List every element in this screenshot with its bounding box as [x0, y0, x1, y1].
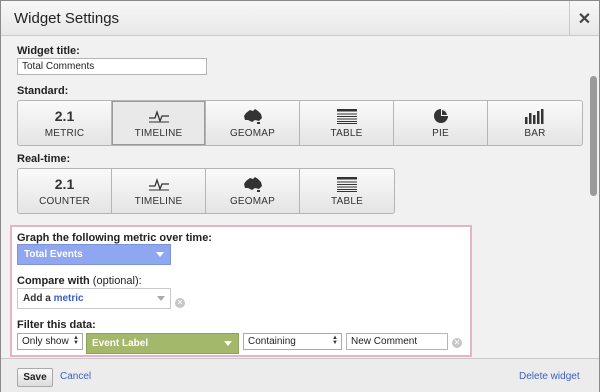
- add-metric-prefix: Add a: [23, 293, 54, 304]
- standard-metric-button[interactable]: 2.1 METRIC: [18, 101, 112, 145]
- standard-geomap-label: GEOMAP: [229, 127, 276, 139]
- chevron-down-icon: [156, 252, 164, 257]
- metric-select[interactable]: Total Events: [17, 244, 171, 265]
- realtime-counter-button[interactable]: 2.1 COUNTER: [18, 169, 112, 213]
- clear-compare-icon[interactable]: ✕: [175, 298, 185, 308]
- filter-mode-value: Only show: [22, 336, 69, 347]
- close-icon[interactable]: ✕: [578, 9, 591, 29]
- compare-label-bold: Compare with: [17, 275, 90, 287]
- chevron-down-icon: [157, 296, 165, 301]
- compare-label: Compare with (optional):: [17, 275, 142, 287]
- filter-label: Filter this data:: [17, 319, 96, 331]
- standard-bar-button[interactable]: BAR: [488, 101, 582, 145]
- filter-value-input[interactable]: [346, 333, 448, 350]
- updown-arrows-icon: ▲ ▼: [73, 335, 79, 346]
- standard-pie-label: PIE: [432, 127, 449, 139]
- standard-table-button[interactable]: TABLE: [300, 101, 394, 145]
- standard-bar-label: BAR: [524, 127, 546, 139]
- chevron-down-icon: [224, 341, 232, 346]
- standard-timeline-label: TIMELINE: [134, 127, 183, 139]
- compare-metric-select[interactable]: Add a metric: [17, 288, 171, 309]
- close-button[interactable]: ✕: [569, 1, 599, 36]
- standard-type-buttons: 2.1 METRIC TIMELINE GEOMAP TABLE PIE BAR: [17, 100, 583, 146]
- standard-geomap-button[interactable]: GEOMAP: [206, 101, 300, 145]
- clear-filter-icon[interactable]: ✕: [452, 338, 462, 348]
- filter-mode-select[interactable]: Only show ▲ ▼: [17, 333, 83, 350]
- realtime-timeline-button[interactable]: TIMELINE: [112, 169, 206, 213]
- realtime-table-button[interactable]: TABLE: [300, 169, 394, 213]
- graph-metric-label: Graph the following metric over time:: [17, 232, 212, 244]
- save-button[interactable]: Save: [17, 368, 53, 387]
- realtime-type-buttons: 2.1 COUNTER TIMELINE GEOMAP TABLE: [17, 168, 395, 214]
- realtime-label: Real-time:: [17, 153, 71, 165]
- pie-chart-icon: [433, 109, 448, 123]
- metric-select-value: Total Events: [24, 249, 83, 260]
- australia-map-icon: [243, 109, 262, 124]
- timeline-icon: [148, 109, 169, 123]
- cancel-link[interactable]: Cancel: [60, 371, 91, 382]
- realtime-table-label: TABLE: [331, 195, 363, 207]
- widget-settings-dialog: Widget Settings ✕ Widget title: Standard…: [0, 0, 600, 392]
- standard-label: Standard:: [17, 85, 69, 97]
- scrollbar-track[interactable]: [588, 36, 599, 358]
- realtime-timeline-label: TIMELINE: [134, 195, 183, 207]
- standard-table-label: TABLE: [330, 127, 363, 139]
- table-icon: [336, 108, 357, 124]
- updown-arrows-icon: ▲ ▼: [332, 335, 338, 346]
- australia-map-icon: [243, 177, 262, 192]
- standard-metric-label: METRIC: [44, 127, 85, 139]
- filter-dimension-value: Event Label: [92, 338, 149, 349]
- dialog-titlebar: Widget Settings ✕: [1, 1, 599, 36]
- realtime-geomap-button[interactable]: GEOMAP: [206, 169, 300, 213]
- scrollbar-thumb[interactable]: [590, 76, 597, 196]
- realtime-counter-label: COUNTER: [39, 195, 90, 207]
- realtime-geomap-label: GEOMAP: [229, 195, 276, 207]
- table-icon: [337, 176, 357, 192]
- bar-chart-icon: [525, 108, 544, 124]
- counter-number-icon: 2.1: [54, 176, 75, 192]
- timeline-icon: [148, 177, 169, 191]
- add-metric-word: metric: [53, 293, 84, 304]
- filter-dimension-select[interactable]: Event Label: [86, 333, 239, 354]
- delete-widget-link[interactable]: Delete widget: [519, 371, 580, 382]
- standard-pie-button[interactable]: PIE: [394, 101, 488, 145]
- widget-title-label: Widget title:: [17, 45, 80, 57]
- filter-match-select[interactable]: Containing ▲ ▼: [243, 333, 342, 350]
- standard-timeline-button[interactable]: TIMELINE: [112, 101, 206, 145]
- dialog-footer: Save Cancel Delete widget: [1, 358, 599, 392]
- filter-match-value: Containing: [248, 336, 296, 347]
- dialog-title: Widget Settings: [14, 10, 120, 27]
- metric-number-icon: 2.1: [54, 108, 75, 124]
- compare-label-optional: (optional):: [89, 275, 142, 287]
- widget-title-input[interactable]: [17, 58, 207, 75]
